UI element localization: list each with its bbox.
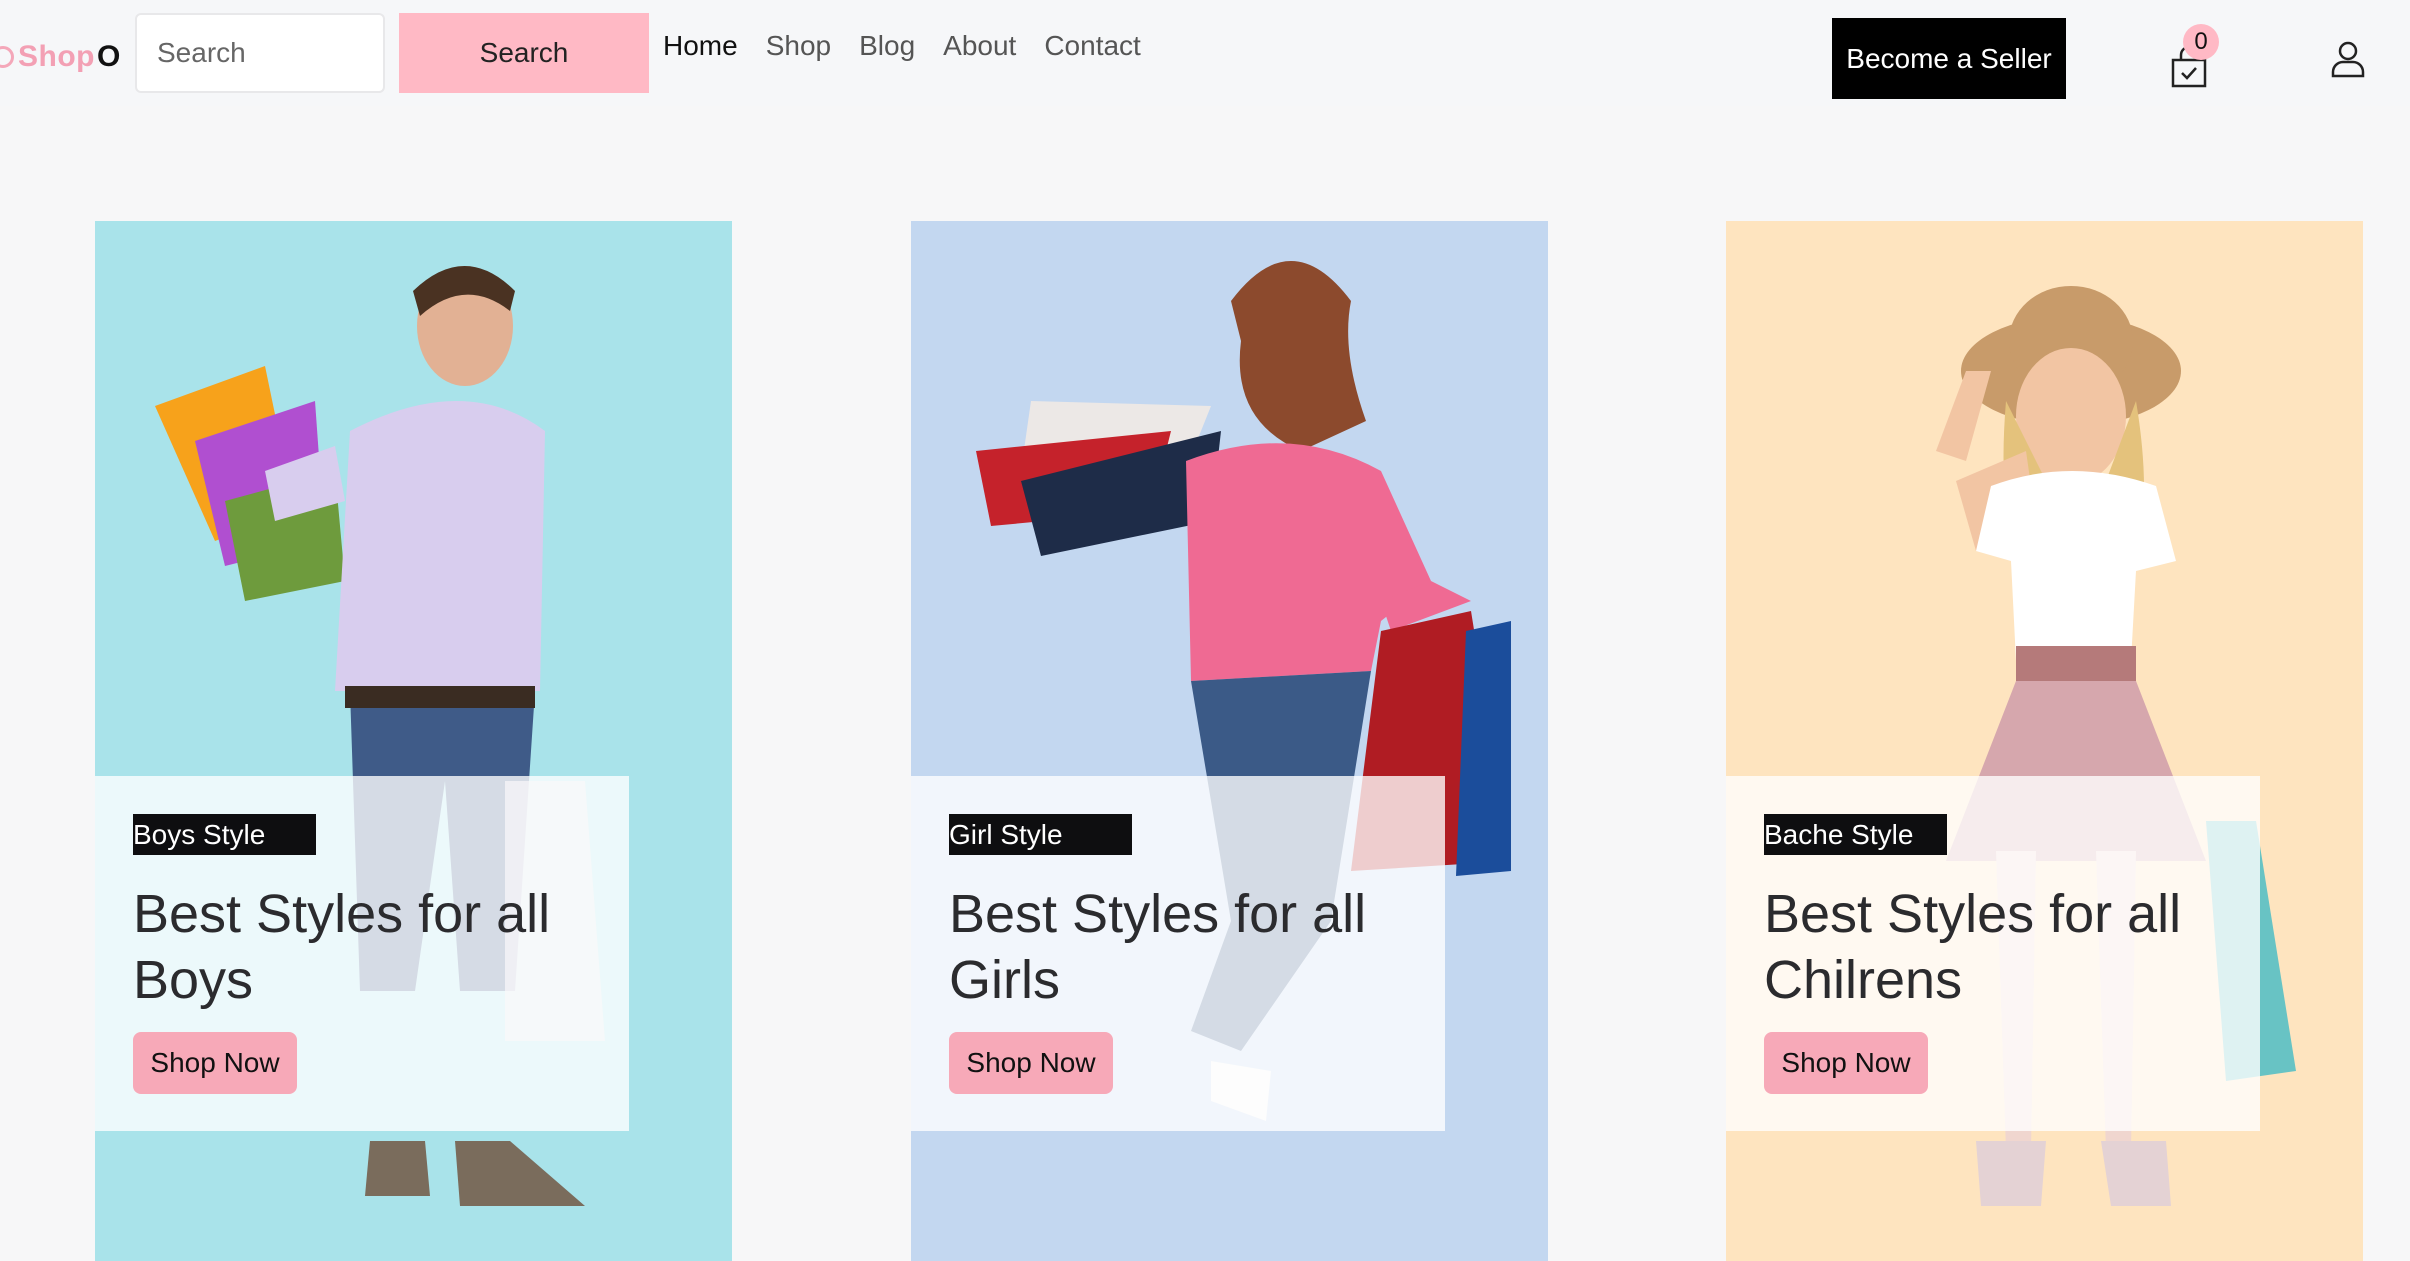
main-nav: Home Shop Blog About Contact [663,30,1141,62]
category-tag: Girl Style [949,814,1132,855]
category-card-children[interactable]: Bache Style Best Styles for all Chilrens… [1726,221,2363,1261]
card-heading: Best Styles for all Boys [133,884,551,1010]
category-card-girls[interactable]: Girl Style Best Styles for all Girls Sho… [911,221,1548,1261]
card-overlay: Boys Style Best Styles for all Boys Shop… [95,776,629,1131]
cart-button[interactable]: 0 [2164,24,2224,94]
card-heading: Best Styles for all Chilrens [1764,884,2182,1010]
card-overlay: Girl Style Best Styles for all Girls Sho… [911,776,1445,1131]
nav-home[interactable]: Home [663,30,738,62]
nav-shop[interactable]: Shop [766,30,831,62]
nav-contact[interactable]: Contact [1044,30,1141,62]
logo-text-o: O [97,40,121,73]
shop-now-button[interactable]: Shop Now [1764,1032,1928,1094]
card-heading: Best Styles for all Girls [949,884,1367,1010]
category-card-boys[interactable]: Boys Style Best Styles for all Boys Shop… [95,221,732,1261]
site-header: Shop O Search Home Shop Blog About Conta… [0,0,2410,106]
card-overlay: Bache Style Best Styles for all Chilrens… [1726,776,2260,1131]
category-tag: Bache Style [1764,814,1947,855]
category-tag: Boys Style [133,814,316,855]
user-icon[interactable] [2330,40,2366,78]
logo-ring-icon [0,46,14,68]
shop-now-button[interactable]: Shop Now [133,1032,297,1094]
nav-blog[interactable]: Blog [859,30,915,62]
cart-count-badge: 0 [2183,24,2219,60]
search-button[interactable]: Search [399,13,649,93]
become-seller-button[interactable]: Become a Seller [1832,18,2066,99]
search-input[interactable] [135,13,385,93]
shop-now-button[interactable]: Shop Now [949,1032,1113,1094]
logo-text-shop: Shop [18,40,95,73]
nav-about[interactable]: About [943,30,1016,62]
site-logo[interactable]: Shop O [0,40,121,74]
